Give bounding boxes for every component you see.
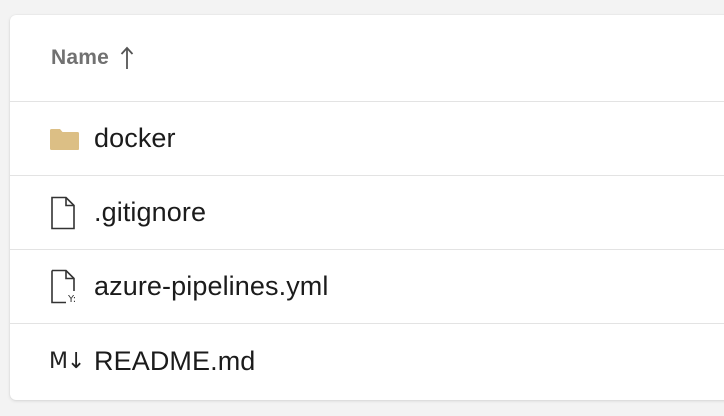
file-name[interactable]: azure-pipelines.yml bbox=[94, 271, 329, 302]
file-row-azure-pipelines[interactable]: Y: azure-pipelines.yml bbox=[10, 250, 724, 324]
file-icon bbox=[49, 196, 83, 230]
file-row-gitignore[interactable]: .gitignore bbox=[10, 176, 724, 250]
file-name[interactable]: README.md bbox=[94, 346, 255, 377]
yaml-file-icon: Y: bbox=[49, 269, 83, 305]
file-name[interactable]: .gitignore bbox=[94, 197, 206, 228]
name-column-header[interactable]: Name bbox=[51, 46, 109, 70]
markdown-icon: M↓ bbox=[49, 348, 85, 374]
yaml-badge: Y: bbox=[67, 294, 76, 305]
file-row-readme[interactable]: M↓ README.md bbox=[10, 324, 724, 398]
file-row-docker[interactable]: docker bbox=[10, 102, 724, 176]
file-name[interactable]: docker bbox=[94, 123, 176, 154]
file-list-header: Name bbox=[10, 15, 724, 102]
folder-icon bbox=[49, 122, 83, 156]
sort-ascending-icon[interactable] bbox=[119, 44, 135, 72]
file-list-panel: Name docker .gitignore Y: azure-pipeline… bbox=[10, 15, 724, 400]
